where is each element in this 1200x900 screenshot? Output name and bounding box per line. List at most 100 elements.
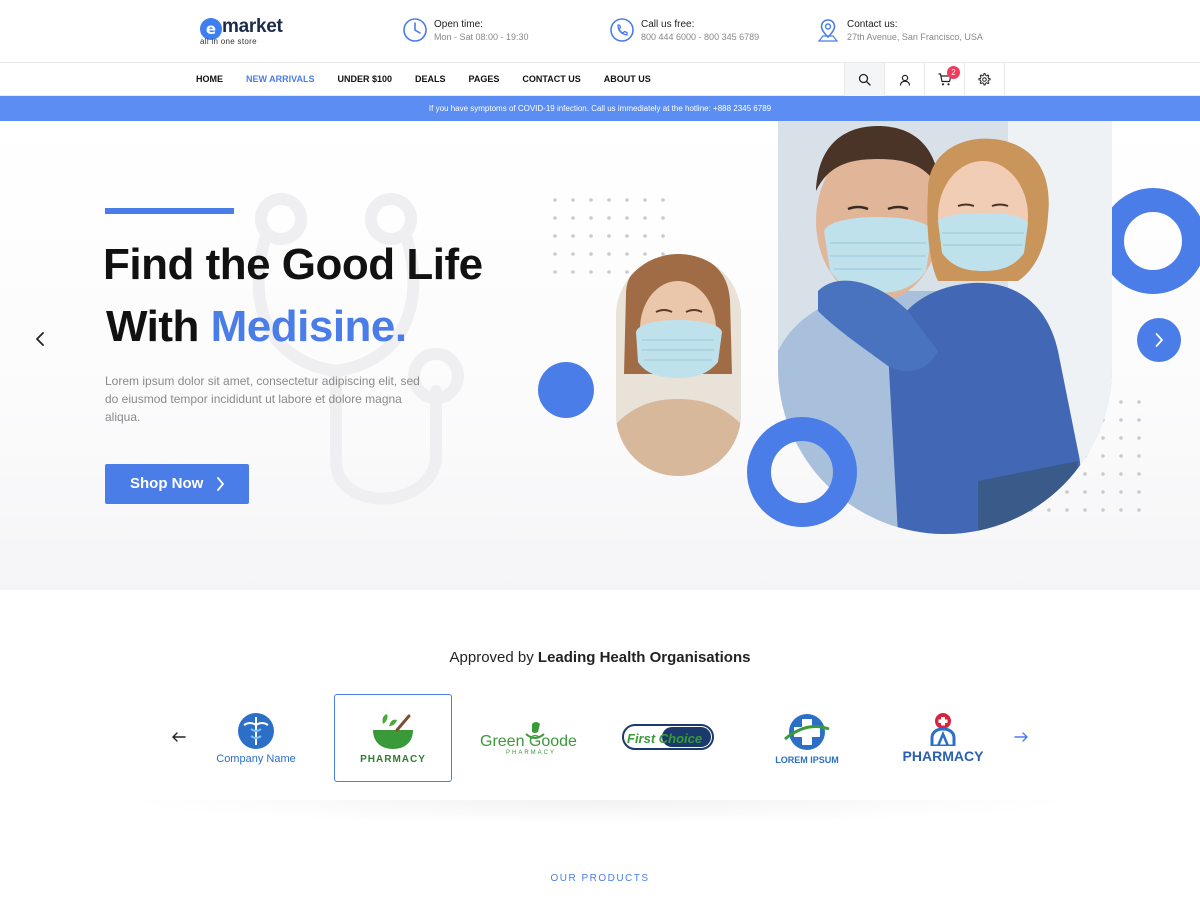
nav-item-contact-us[interactable]: CONTACT US (522, 63, 580, 97)
decorative-dot (625, 216, 629, 220)
partners-heading: Approved by Leading Health Organisations (0, 649, 1200, 666)
decorative-dot (1101, 508, 1105, 512)
main-navigation: HOME NEW ARRIVALS UNDER $100 DEALS PAGES… (0, 62, 1200, 97)
hero-title: Find the Good Life With Medisine. (103, 234, 483, 358)
site-logo[interactable]: e market all in one store (200, 16, 300, 46)
search-button[interactable] (845, 63, 885, 96)
hero-slider: Find the Good Life With Medisine. Lorem … (0, 121, 1200, 590)
hero-title-line-2: With Medisine. (103, 296, 483, 358)
decorative-dot (589, 252, 593, 256)
account-button[interactable] (885, 63, 925, 96)
decorative-dot (553, 198, 557, 202)
decorative-dot (571, 234, 575, 238)
decorative-dot (1137, 472, 1141, 476)
woman-with-mask-photo (616, 254, 741, 476)
settings-button[interactable] (965, 63, 1005, 96)
top-header: e market all in one store Open time: Mon… (0, 0, 1200, 62)
partner-logo-pharmacy-selected[interactable]: PHARMACY (334, 694, 452, 782)
logo-tagline: all in one store (200, 37, 257, 46)
decorative-dot (1137, 436, 1141, 440)
decorative-dot (589, 234, 593, 238)
partner-logo-caption: PHARMACY (360, 753, 426, 765)
settings-icon (978, 73, 991, 86)
decorative-dot (661, 198, 665, 202)
decorative-dot (571, 198, 575, 202)
partner-logo-company-name[interactable]: Company Name (197, 694, 315, 782)
partner-logo-lorem-ipsum[interactable]: LOREM IPSUM (748, 694, 866, 782)
location-pin-icon (817, 19, 839, 42)
partner-logo-green-goode[interactable]: Green Goode PHARMACY (472, 694, 590, 782)
decorative-dot (1101, 490, 1105, 494)
decorative-dot (607, 216, 611, 220)
decorative-dot (1065, 490, 1069, 494)
decorative-dot (1119, 490, 1123, 494)
nav-actions: 2 (844, 63, 1005, 97)
cart-count-badge: 2 (947, 66, 960, 79)
decorative-dot (643, 216, 647, 220)
green-goode-logo: Green Goode PHARMACY (480, 722, 577, 756)
partner-logo-first-choice[interactable]: First Choice (609, 694, 727, 782)
arrow-left-icon[interactable] (170, 728, 188, 746)
shop-now-button[interactable]: Shop Now (105, 464, 249, 504)
decorative-dot (625, 270, 629, 274)
logo-name: market (222, 16, 283, 37)
decorative-dot (571, 270, 575, 274)
nav-item-pages[interactable]: PAGES (469, 63, 500, 97)
shop-now-label: Shop Now (130, 475, 204, 492)
decorative-dot (1083, 472, 1087, 476)
decorative-dot (1119, 454, 1123, 458)
slider-next-button[interactable] (1137, 318, 1181, 362)
decorative-blue-ring-right (1100, 188, 1200, 294)
decorative-dot (553, 216, 557, 220)
nav-item-home[interactable]: HOME (196, 63, 223, 97)
hero-title-line-1: Find the Good Life (103, 240, 483, 289)
nav-item-about-us[interactable]: ABOUT US (604, 63, 651, 97)
decorative-dot (1101, 436, 1105, 440)
decorative-dot (1101, 472, 1105, 476)
decorative-dot (661, 234, 665, 238)
search-icon (858, 73, 871, 86)
decorative-blue-ring-bottom (747, 417, 857, 527)
nav-item-under-100[interactable]: UNDER $100 (338, 63, 393, 97)
decorative-dot (1137, 454, 1141, 458)
decorative-dot (643, 252, 647, 256)
decorative-blue-dot (538, 362, 594, 418)
open-time-value: Mon - Sat 08:00 - 19:30 (434, 32, 529, 42)
partners-heading-bold: Leading Health Organisations (537, 649, 751, 666)
call-value[interactable]: 800 444 6000 - 800 345 6789 (641, 32, 759, 42)
decorative-dot (607, 198, 611, 202)
decorative-dot (1119, 436, 1123, 440)
nav-item-deals[interactable]: DEALS (415, 63, 446, 97)
green-goode-text: Green Goode (480, 733, 577, 750)
hero-title-highlight: Medisine. (210, 302, 408, 351)
decorative-dot (553, 234, 557, 238)
decorative-dot (625, 198, 629, 202)
nav-item-new-arrivals[interactable]: NEW ARRIVALS (246, 63, 315, 97)
nav-menu: HOME NEW ARRIVALS UNDER $100 DEALS PAGES… (196, 63, 674, 97)
decorative-dot (1119, 418, 1123, 422)
decorative-dot (643, 234, 647, 238)
decorative-dot (553, 270, 557, 274)
section-shadow-divider (120, 800, 1080, 824)
decorative-dot (1047, 508, 1051, 512)
decorative-dot (607, 234, 611, 238)
first-choice-text: First Choice (627, 731, 702, 746)
green-goode-sub: PHARMACY (506, 750, 556, 756)
hero-accent-line (105, 208, 234, 214)
arrow-right-icon[interactable] (1012, 728, 1030, 746)
decorative-dot (571, 216, 575, 220)
phone-icon (610, 18, 634, 42)
covid-notice-bar: If you have symptoms of COVID-19 infecti… (0, 96, 1200, 121)
cart-button[interactable]: 2 (925, 63, 965, 96)
decorative-dot (1137, 418, 1141, 422)
chevron-right-icon (217, 477, 224, 491)
decorative-dot (1083, 508, 1087, 512)
pharmacy-person-icon (930, 713, 956, 746)
decorative-dot (589, 270, 593, 274)
decorative-dot (571, 252, 575, 256)
decorative-dot (1083, 490, 1087, 494)
decorative-dot (607, 252, 611, 256)
slider-prev-arrow-icon[interactable] (28, 327, 52, 351)
hero-description: Lorem ipsum dolor sit amet, consectetur … (105, 374, 420, 424)
partner-logo-pharmacy[interactable]: PHARMACY (884, 694, 1002, 782)
